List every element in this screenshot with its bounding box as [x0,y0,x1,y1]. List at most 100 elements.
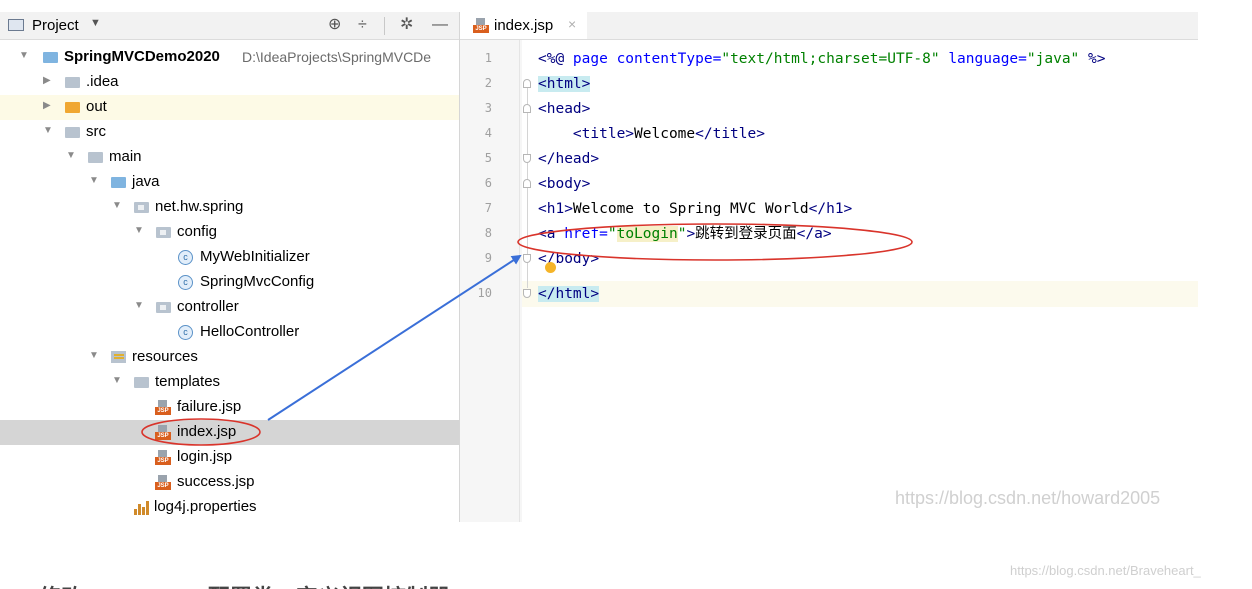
fold-marker-icon[interactable] [523,289,531,298]
tree-item-templates[interactable]: ▼ templates [0,370,459,395]
code-editor[interactable]: 1 2 3 4 5 6 7 8 9 10 <%@ page contentTyp… [460,40,1198,522]
line-number: 4 [484,126,492,140]
tree-item-resources[interactable]: ▼ resources [0,345,459,370]
tree-item-src[interactable]: ▼ src [0,120,459,145]
line-number: 10 [477,286,492,300]
tree-item-main[interactable]: ▼ main [0,145,459,170]
tree-item-idea[interactable]: ▶ .idea [0,70,459,95]
code-line-4: <title>Welcome</title> [572,126,765,142]
line-number: 7 [484,201,492,215]
code-line-8: <a href="toLogin">跳转到登录页面</a> [538,226,832,242]
expanded-arrow-icon[interactable]: ▼ [134,225,144,236]
tree-item-success-jsp[interactable]: JSP success.jsp [0,470,459,495]
chevron-down-icon[interactable]: ▼ [90,17,101,29]
hide-panel-icon[interactable]: — [432,15,448,35]
tree-item-label: login.jsp [177,448,233,465]
expanded-arrow-icon[interactable]: ▼ [43,125,53,136]
folder-icon [134,377,149,388]
code-line-1: <%@ page contentType="text/html;charset=… [538,51,1106,67]
properties-file-icon [134,500,149,515]
expanded-arrow-icon[interactable]: ▼ [134,300,144,311]
fold-marker-icon[interactable] [523,154,531,163]
tree-item-java[interactable]: ▼ java [0,170,459,195]
fold-marker-icon[interactable] [523,179,531,188]
expanded-arrow-icon[interactable]: ▼ [66,150,76,161]
cropped-heading: 3、修改Spring MVC配置类，定义视图控制器 [0,580,620,589]
tree-item-label: out [86,98,107,115]
tree-item-log4j-properties[interactable]: log4j.properties [0,495,459,520]
class-icon: c [178,325,193,340]
tree-item-controller[interactable]: ▼ controller [0,295,459,320]
project-view-selector[interactable]: Project [32,17,79,34]
project-panel: Project ▼ ⊕ ÷ ✲ — ▼ SpringMVCDemo2020 D:… [0,0,460,522]
ide-window: Project ▼ ⊕ ÷ ✲ — ▼ SpringMVCDemo2020 D:… [0,0,1198,522]
code-line-5: </head> [538,151,600,167]
fold-marker-icon[interactable] [523,104,531,113]
folder-icon [65,77,80,88]
tree-item-springmvcconfig[interactable]: c SpringMvcConfig [0,270,459,295]
expanded-arrow-icon[interactable]: ▼ [19,50,29,61]
close-icon[interactable]: × [568,16,576,32]
tree-item-mywebinitializer[interactable]: c MyWebInitializer [0,245,459,270]
class-icon: c [178,250,193,265]
jsp-file-icon: JSP [473,18,489,33]
package-icon [156,227,171,238]
tree-item-project-root[interactable]: ▼ SpringMVCDemo2020 D:\IdeaProjects\Spri… [0,45,459,70]
project-view-icon [8,19,24,31]
tree-item-failure-jsp[interactable]: JSP failure.jsp [0,395,459,420]
class-icon: c [178,275,193,290]
code-line-3: <head> [538,101,591,117]
package-icon [134,202,149,213]
tree-item-label: HelloController [200,323,300,340]
header-separator [384,17,385,35]
excluded-folder-icon [65,102,80,113]
tree-item-label: success.jsp [177,473,255,490]
intention-bulb-icon[interactable] [545,262,556,273]
code-line-2: <html> [538,76,591,92]
line-number: 5 [484,151,492,165]
folder-icon [88,152,103,163]
tree-item-label: java [132,173,160,190]
fold-marker-icon[interactable] [523,254,531,263]
collapse-all-icon[interactable]: ÷ [358,15,367,35]
tree-item-label: log4j.properties [154,498,257,515]
resources-folder-icon [111,351,126,363]
tree-item-label: SpringMVCDemo2020 [64,48,220,65]
current-line-highlight [522,281,1198,307]
tree-item-label: config [177,223,218,240]
jsp-file-icon: JSP [155,400,171,415]
tree-item-label: main [109,148,142,165]
tree-item-config[interactable]: ▼ config [0,220,459,245]
locate-icon[interactable]: ⊕ [328,15,341,35]
jsp-file-icon: JSP [155,450,171,465]
tree-item-label: failure.jsp [177,398,242,415]
tree-item-hellocontroller[interactable]: c HelloController [0,320,459,345]
tree-item-label: index.jsp [177,423,237,440]
expanded-arrow-icon[interactable]: ▼ [112,375,122,386]
fold-marker-icon[interactable] [523,79,531,88]
tree-item-package[interactable]: ▼ net.hw.spring [0,195,459,220]
tree-item-index-jsp[interactable]: JSP index.jsp [0,420,459,445]
line-number: 6 [484,176,492,190]
tree-item-out[interactable]: ▶ out [0,95,459,120]
jsp-file-icon: JSP [155,425,171,440]
tree-item-label: templates [155,373,221,390]
expanded-arrow-icon[interactable]: ▼ [89,175,99,186]
tab-index-jsp[interactable]: JSP index.jsp × [460,12,587,39]
gear-icon[interactable]: ✲ [400,15,413,35]
expanded-arrow-icon[interactable]: ▼ [112,200,122,211]
project-panel-header: Project ▼ ⊕ ÷ ✲ — [0,12,459,40]
code-line-10: </html> [538,286,600,302]
line-number: 8 [484,226,492,240]
collapsed-arrow-icon[interactable]: ▶ [43,75,51,86]
tree-item-label: src [86,123,106,140]
expanded-arrow-icon[interactable]: ▼ [89,350,99,361]
tree-item-login-jsp[interactable]: JSP login.jsp [0,445,459,470]
project-path: D:\IdeaProjects\SpringMVCDe [242,49,432,65]
tree-item-label: .idea [86,73,119,90]
collapsed-arrow-icon[interactable]: ▶ [43,100,51,111]
gutter-divider [519,40,520,522]
source-folder-icon [111,177,126,188]
folder-icon [65,127,80,138]
line-number: 9 [484,251,492,265]
